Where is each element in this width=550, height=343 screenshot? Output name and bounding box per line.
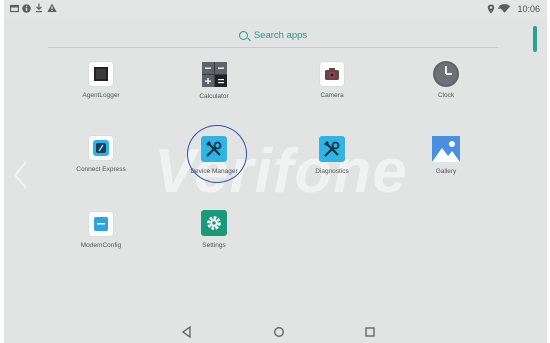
location-icon	[487, 4, 495, 14]
modemconfig-icon	[89, 212, 113, 236]
back-icon[interactable]	[180, 325, 194, 339]
recents-icon[interactable]	[363, 325, 377, 339]
clock-time: 10:06	[517, 4, 540, 14]
screenshot-icon	[10, 4, 19, 13]
tools-icon	[319, 136, 345, 162]
search-apps-bar[interactable]: Search apps	[48, 24, 498, 48]
download-icon	[36, 3, 42, 13]
app-label: Camera	[320, 92, 344, 99]
camera-icon	[320, 62, 344, 86]
scroll-indicator[interactable]	[533, 26, 537, 52]
app-label: Diagnostics	[315, 168, 349, 175]
home-icon[interactable]	[272, 325, 286, 339]
app-label: Gallery	[435, 168, 457, 175]
app-diagnostics[interactable]: Diagnostics	[287, 136, 377, 175]
app-clock[interactable]: Clock	[401, 60, 491, 99]
navigation-bar	[4, 319, 547, 343]
calculator-icon	[201, 62, 227, 87]
app-agentlogger[interactable]: AgentLogger	[56, 62, 146, 99]
clock-icon	[432, 60, 460, 88]
agentlogger-icon	[89, 62, 113, 86]
left-swipe-arrow-icon	[13, 161, 27, 189]
app-label: Settings	[202, 242, 226, 249]
app-drawer-screen: 10:06 Search apps Verifone AgentLogger C…	[4, 0, 547, 343]
app-gallery[interactable]: Gallery	[401, 136, 491, 175]
settings-icon	[201, 210, 227, 236]
search-apps-label: Search apps	[253, 29, 308, 41]
app-label: ModemConfig	[80, 242, 122, 249]
app-label: Clock	[437, 92, 455, 99]
app-calculator[interactable]: Calculator	[169, 62, 259, 100]
info-icon	[22, 4, 31, 13]
wifi-icon	[498, 4, 511, 13]
warning-icon	[47, 3, 57, 12]
app-label: AgentLogger	[82, 92, 120, 99]
app-connect-express[interactable]: Connect Express	[56, 136, 146, 173]
app-modemconfig[interactable]: ModemConfig	[56, 212, 146, 249]
gallery-icon	[432, 136, 460, 162]
status-bar: 10:06	[4, 0, 547, 18]
app-label: Calculator	[199, 93, 229, 100]
app-settings[interactable]: Settings	[169, 210, 259, 249]
app-label: Connect Express	[76, 166, 126, 173]
app-camera[interactable]: Camera	[287, 62, 377, 99]
connect-express-icon	[89, 136, 113, 160]
search-icon	[238, 30, 248, 40]
search-underline	[48, 47, 498, 48]
highlight-circle	[187, 125, 247, 183]
